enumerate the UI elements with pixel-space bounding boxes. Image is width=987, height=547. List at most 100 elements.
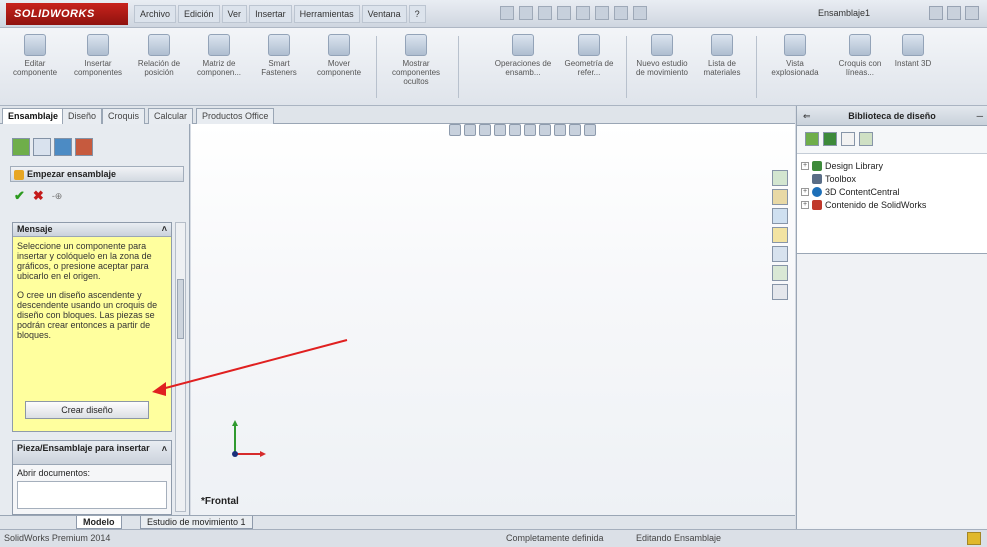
custom-properties-icon[interactable] xyxy=(772,265,788,281)
collapse-icon[interactable]: ˄ xyxy=(162,444,167,454)
expand-icon[interactable]: + xyxy=(801,161,809,170)
component-pattern-button[interactable]: Matriz de componen... xyxy=(188,32,250,102)
tab-croquis[interactable]: Croquis xyxy=(102,108,146,124)
help-icon[interactable] xyxy=(947,6,961,20)
graphics-area[interactable]: *Frontal xyxy=(191,124,795,515)
units-icon[interactable] xyxy=(967,532,981,545)
open-icon[interactable] xyxy=(519,6,533,20)
view-settings-icon[interactable] xyxy=(584,124,596,136)
globe-icon xyxy=(812,186,822,197)
smart-fasteners-button[interactable]: Smart Fasteners xyxy=(254,32,304,102)
separator xyxy=(458,36,459,98)
move-component-button[interactable]: Mover componente xyxy=(308,32,370,102)
design-library-header: ⇐ Biblioteca de diseño ─ xyxy=(797,106,987,126)
menu-herramientas[interactable]: Herramientas xyxy=(293,5,360,23)
arrow-left-icon[interactable]: ⇐ xyxy=(803,106,811,126)
undo-icon[interactable] xyxy=(576,6,590,20)
menu-archivo[interactable]: Archivo xyxy=(134,5,177,23)
instant-3d-button[interactable]: Instant 3D xyxy=(890,32,936,102)
add-to-library-icon[interactable] xyxy=(805,132,819,146)
open-documents-list[interactable] xyxy=(17,481,167,509)
appearances-icon[interactable] xyxy=(772,246,788,262)
tab-productos-office[interactable]: Productos Office xyxy=(196,108,275,124)
property-manager-icon[interactable] xyxy=(33,138,51,156)
expand-icon[interactable]: + xyxy=(801,200,809,209)
cancel-x-icon[interactable]: ✖ xyxy=(33,188,44,204)
close-icon[interactable]: ─ xyxy=(977,106,983,126)
zoom-to-fit-icon[interactable] xyxy=(449,124,461,136)
pushpin-icon[interactable]: -⊕ xyxy=(52,191,63,202)
tree-item-contenido-solidworks[interactable]: + Contenido de SolidWorks xyxy=(801,198,983,211)
zoom-area-icon[interactable] xyxy=(464,124,476,136)
part-assembly-insert-section: Pieza/Ensamblaje para insertar ˄ Abrir d… xyxy=(12,440,172,515)
menu-ver[interactable]: Ver xyxy=(221,5,248,23)
solidworks-logo[interactable]: SOLIDWORKS xyxy=(6,3,128,25)
message-paragraph-1: Seleccione un componente para insertar y… xyxy=(17,241,152,281)
assembly-features-button[interactable]: Operaciones de ensamb... xyxy=(492,32,554,102)
document-title: Ensamblaje1 xyxy=(818,8,871,18)
reference-geometry-button[interactable]: Geometría de refer... xyxy=(558,32,620,102)
ok-check-icon[interactable]: ✔ xyxy=(14,188,25,204)
edit-component-button[interactable]: Editar componente xyxy=(8,32,62,102)
options-icon[interactable] xyxy=(633,6,647,20)
insert-components-button[interactable]: Insertar componentes xyxy=(66,32,130,102)
bill-of-materials-button[interactable]: Lista de materiales xyxy=(694,32,750,102)
tree-item-design-library[interactable]: + Design Library xyxy=(801,159,983,172)
view-orientation-icon[interactable] xyxy=(509,124,521,136)
section-view-icon[interactable] xyxy=(494,124,506,136)
tab-estudio-movimiento[interactable]: Estudio de movimiento 1 xyxy=(140,516,253,529)
collapse-icon[interactable]: ˄ xyxy=(162,224,167,234)
tab-ensamblaje[interactable]: Ensamblaje xyxy=(2,108,65,124)
design-library-icon[interactable] xyxy=(772,189,788,205)
expand-icon[interactable]: + xyxy=(801,187,809,196)
tree-item-3d-contentcentral[interactable]: + 3D ContentCentral xyxy=(801,185,983,198)
explode-line-sketch-button[interactable]: Croquis con líneas... xyxy=(834,32,886,102)
configuration-icon[interactable] xyxy=(54,138,72,156)
search-icon[interactable] xyxy=(929,6,943,20)
design-library-panel: ⇐ Biblioteca de diseño ─ + Design Librar… xyxy=(796,106,987,529)
menu-edicion[interactable]: Edición xyxy=(178,5,220,23)
edit-component-icon xyxy=(24,34,46,56)
apply-scene-icon[interactable] xyxy=(569,124,581,136)
scrollbar-thumb[interactable] xyxy=(177,279,184,339)
create-layout-button[interactable]: Crear diseño xyxy=(25,401,149,419)
panel-scrollbar[interactable] xyxy=(175,222,186,512)
feature-tree-icon[interactable] xyxy=(12,138,30,156)
separator xyxy=(756,36,757,98)
menu-ventana[interactable]: Ventana xyxy=(361,5,407,23)
restore-icon[interactable] xyxy=(965,6,979,20)
create-folder-icon[interactable] xyxy=(841,132,855,146)
refresh-icon[interactable] xyxy=(859,132,873,146)
forum-icon[interactable] xyxy=(772,284,788,300)
new-motion-study-button[interactable]: Nuevo estudio de movimiento xyxy=(634,32,690,102)
exploded-view-button[interactable]: Vista explosionada xyxy=(762,32,828,102)
file-explorer-icon[interactable] xyxy=(772,208,788,224)
tab-diseno[interactable]: Diseño xyxy=(62,108,103,124)
display-style-icon[interactable] xyxy=(524,124,536,136)
edit-appearance-icon[interactable] xyxy=(554,124,566,136)
rebuild-icon[interactable] xyxy=(614,6,628,20)
view-palette-icon[interactable] xyxy=(772,227,788,243)
status-bar: SolidWorks Premium 2014 Completamente de… xyxy=(0,529,987,547)
move-icon xyxy=(328,34,350,56)
print-icon[interactable] xyxy=(557,6,571,20)
tab-modelo[interactable]: Modelo xyxy=(76,516,122,529)
new-document-icon[interactable] xyxy=(500,6,514,20)
tab-calcular[interactable]: Calcular xyxy=(148,108,194,124)
command-manager: Editar componente Insertar componentes R… xyxy=(0,28,987,106)
resources-icon[interactable] xyxy=(772,170,788,186)
previous-view-icon[interactable] xyxy=(479,124,491,136)
tree-item-toolbox[interactable]: Toolbox xyxy=(801,172,983,185)
add-file-location-icon[interactable] xyxy=(823,132,837,146)
menu-ayuda[interactable]: ? xyxy=(408,5,426,23)
menu-insertar[interactable]: Insertar xyxy=(249,5,292,23)
message-paragraph-2: O cree un diseño ascendente y descendent… xyxy=(17,290,158,340)
hide-show-items-icon[interactable] xyxy=(539,124,551,136)
separator xyxy=(626,36,627,98)
save-icon[interactable] xyxy=(538,6,552,20)
select-icon[interactable] xyxy=(595,6,609,20)
show-hidden-components-button[interactable]: Mostrar componentes ocultos xyxy=(382,32,450,102)
display-manager-icon[interactable] xyxy=(75,138,93,156)
mate-button[interactable]: Relación de posición xyxy=(134,32,184,102)
pattern-icon xyxy=(208,34,230,56)
